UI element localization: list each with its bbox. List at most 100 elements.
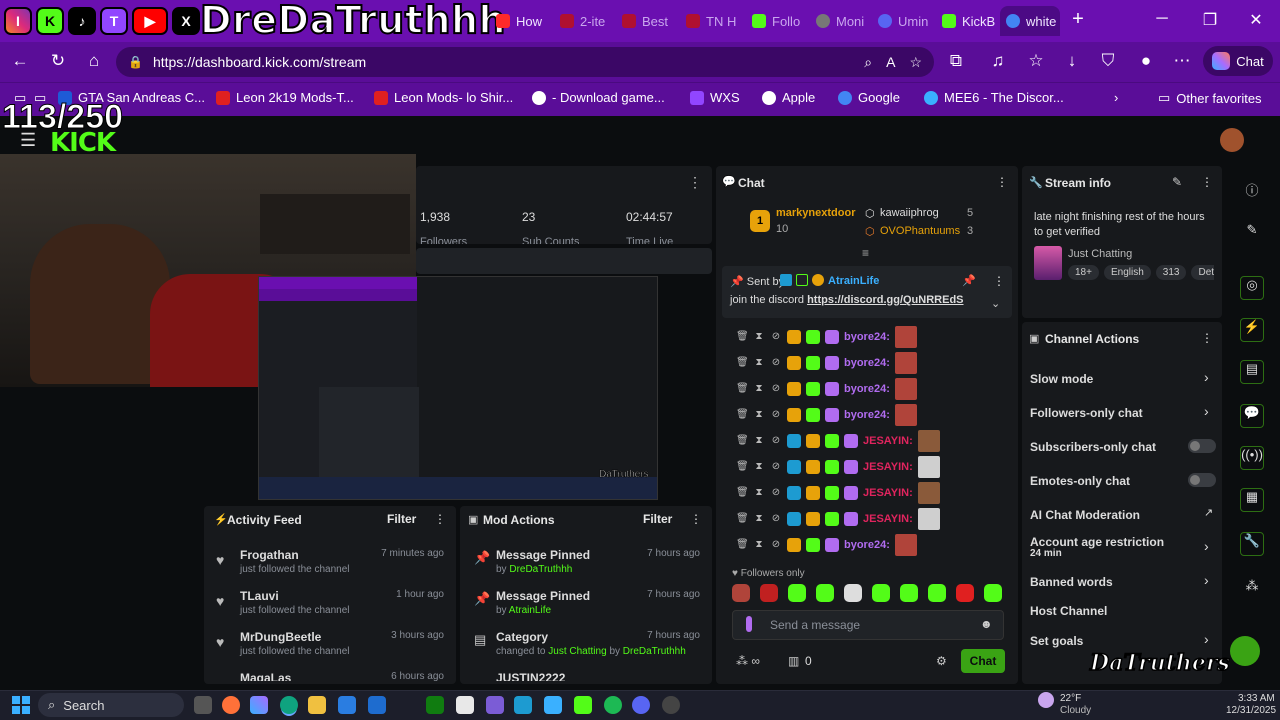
activity-more-icon[interactable]: ⋮ xyxy=(434,512,446,526)
activity-item[interactable]: ♥ Frogathan just followed the channel 7 min… xyxy=(204,546,456,586)
notepad-icon[interactable] xyxy=(456,696,474,714)
quick-emote[interactable] xyxy=(900,584,918,602)
timeout-icon[interactable]: ⧗ xyxy=(753,487,765,499)
browser-tab[interactable]: Follo xyxy=(746,6,806,36)
browser-tab[interactable]: Umin xyxy=(872,6,934,36)
clock-date[interactable]: 12/31/2025 xyxy=(1226,705,1276,716)
quick-emote[interactable] xyxy=(816,584,834,602)
notes-icon[interactable]: ▤ xyxy=(1240,360,1264,384)
mod-tools-icon[interactable]: ▦ xyxy=(1240,488,1264,512)
channel-actions-more-icon[interactable]: ⋮ xyxy=(1201,331,1213,345)
timeout-icon[interactable]: ⧗ xyxy=(753,461,765,473)
chevron-right-icon[interactable]: › xyxy=(1204,538,1209,554)
category-name[interactable]: Just Chatting xyxy=(548,646,606,657)
banned-words-item[interactable]: Banned words xyxy=(1030,575,1113,589)
host-channel-item[interactable]: Host Channel xyxy=(1030,604,1107,618)
delete-icon[interactable]: 🗑 xyxy=(736,487,749,499)
chat-settings-gear-icon[interactable]: ⚙ xyxy=(936,654,947,668)
browser-tab[interactable]: TN H xyxy=(680,6,740,36)
ban-icon[interactable]: ⊘ xyxy=(770,331,782,343)
wrench-settings-icon[interactable]: 🔧 xyxy=(1240,532,1264,556)
bookmark-item[interactable]: Leon Mods- lo Shir... xyxy=(374,90,513,105)
mod-action-item[interactable]: 📌 Message Pinned by AtrainLife 7 hours ago xyxy=(460,587,712,627)
timeout-icon[interactable]: ⧗ xyxy=(753,435,765,447)
activity-item[interactable]: ♥ TLauvi just followed the channel 1 hour a… xyxy=(204,587,456,627)
apps-icon[interactable]: ⁂ xyxy=(1242,578,1262,598)
chat-more-icon[interactable]: ⋮ xyxy=(996,175,1008,189)
weather-icon[interactable] xyxy=(1038,692,1054,708)
delete-icon[interactable]: 🗑 xyxy=(736,461,749,473)
address-bar[interactable]: 🔒 https://dashboard.kick.com/stream ⌕ A … xyxy=(116,47,934,77)
profile-avatar[interactable]: ● xyxy=(1134,51,1158,71)
chat-username[interactable]: byore24: xyxy=(844,409,890,421)
ban-icon[interactable]: ⊘ xyxy=(770,539,782,551)
timeout-icon[interactable]: ⧗ xyxy=(753,539,765,551)
quick-emote[interactable] xyxy=(732,584,750,602)
ban-icon[interactable]: ⊘ xyxy=(770,435,782,447)
minimize-button[interactable]: ─ xyxy=(1142,10,1182,28)
quick-emote[interactable] xyxy=(760,584,778,602)
chat-username[interactable]: byore24: xyxy=(844,539,890,551)
gifter-name[interactable]: kawaiiphrog xyxy=(880,207,939,219)
quick-emote[interactable] xyxy=(928,584,946,602)
bookmark-item[interactable]: - Download game... xyxy=(532,90,665,105)
pinned-more-icon[interactable]: ⋮ xyxy=(993,274,1005,288)
browser-tab[interactable]: Moni xyxy=(810,6,870,36)
mod-action-item[interactable]: ▤ Category changed to Just Chatting by Dre… xyxy=(460,628,712,668)
delete-icon[interactable]: 🗑 xyxy=(736,357,749,369)
chat-username[interactable]: JESAYIN: xyxy=(863,461,913,473)
taskbar-search[interactable]: ⌕ Search xyxy=(38,693,184,717)
obs-icon[interactable] xyxy=(662,696,680,714)
app-icon[interactable] xyxy=(486,696,504,714)
weather-temp[interactable]: 22°F xyxy=(1060,693,1081,704)
pinned-link[interactable]: https://discord.gg/QuNRREdS xyxy=(807,294,963,306)
copilot-chat-button[interactable]: Chat xyxy=(1203,46,1273,76)
tag-chip[interactable]: Detr xyxy=(1191,265,1214,280)
store-icon[interactable] xyxy=(338,696,356,714)
mod-action-item[interactable]: JUSTIN2222 xyxy=(460,669,712,681)
shield-icon[interactable]: ⛉ xyxy=(1096,51,1120,71)
emoji-icon[interactable]: ☻ xyxy=(980,617,993,631)
expand-chevron-icon[interactable]: ⌄ xyxy=(991,297,1000,310)
firefox-icon[interactable] xyxy=(222,696,240,714)
bookmark-item[interactable]: Apple xyxy=(762,90,815,105)
app-icon[interactable] xyxy=(514,696,532,714)
timeout-icon[interactable]: ⧗ xyxy=(753,409,765,421)
spotify-icon[interactable] xyxy=(604,696,622,714)
task-view-icon[interactable] xyxy=(194,696,212,714)
unpin-icon[interactable]: 📌 xyxy=(962,274,976,287)
activity-filter-button[interactable]: Filter xyxy=(387,512,416,526)
read-aloud-icon[interactable]: A xyxy=(886,54,895,71)
refresh-icon[interactable]: ↻ xyxy=(46,51,70,71)
account-age-restriction-item[interactable]: Account age restriction xyxy=(1030,535,1164,549)
slow-mode-item[interactable]: Slow mode xyxy=(1030,372,1093,386)
camera-icon[interactable]: ◎ xyxy=(1240,276,1264,300)
more-menu-icon[interactable]: ⋯ xyxy=(1170,51,1194,71)
favorite-star-icon[interactable]: ☆ xyxy=(909,54,922,71)
clock-time[interactable]: 3:33 AM xyxy=(1238,693,1275,704)
mod-filter-button[interactable]: Filter xyxy=(643,512,672,526)
category-name[interactable]: Just Chatting xyxy=(1068,248,1132,260)
mod-user[interactable]: DreDaTruthhh xyxy=(623,646,686,657)
quick-emote[interactable] xyxy=(788,584,806,602)
browser-tab[interactable]: 2-ite xyxy=(554,6,612,36)
mod-more-icon[interactable]: ⋮ xyxy=(690,512,702,526)
site-info-icon[interactable]: 🔒 xyxy=(128,55,143,69)
tag-chip[interactable]: 18+ xyxy=(1068,265,1099,280)
chat-message[interactable]: 🗑 ⧗ ⊘ JESAYIN: xyxy=(736,456,940,478)
quick-emote[interactable] xyxy=(956,584,974,602)
kick-taskbar-icon[interactable] xyxy=(574,696,592,714)
favorites-icon[interactable]: ☆ xyxy=(1024,51,1048,71)
followers-only-chat-item[interactable]: Followers-only chat xyxy=(1030,406,1143,420)
edge-icon[interactable] xyxy=(280,696,298,714)
ban-icon[interactable]: ⊘ xyxy=(770,357,782,369)
floating-action-button[interactable] xyxy=(1230,636,1260,666)
delete-icon[interactable]: 🗑 xyxy=(736,539,749,551)
broadcast-icon[interactable]: ((•)) xyxy=(1240,446,1264,470)
bookmarks-overflow-chevron-icon[interactable]: › xyxy=(1114,90,1118,105)
timeout-icon[interactable]: ⧗ xyxy=(753,513,765,525)
delete-icon[interactable]: 🗑 xyxy=(736,435,749,447)
stats-more-icon[interactable]: ⋮ xyxy=(688,174,702,191)
chevron-right-icon[interactable]: › xyxy=(1204,572,1209,588)
delete-icon[interactable]: 🗑 xyxy=(736,331,749,343)
